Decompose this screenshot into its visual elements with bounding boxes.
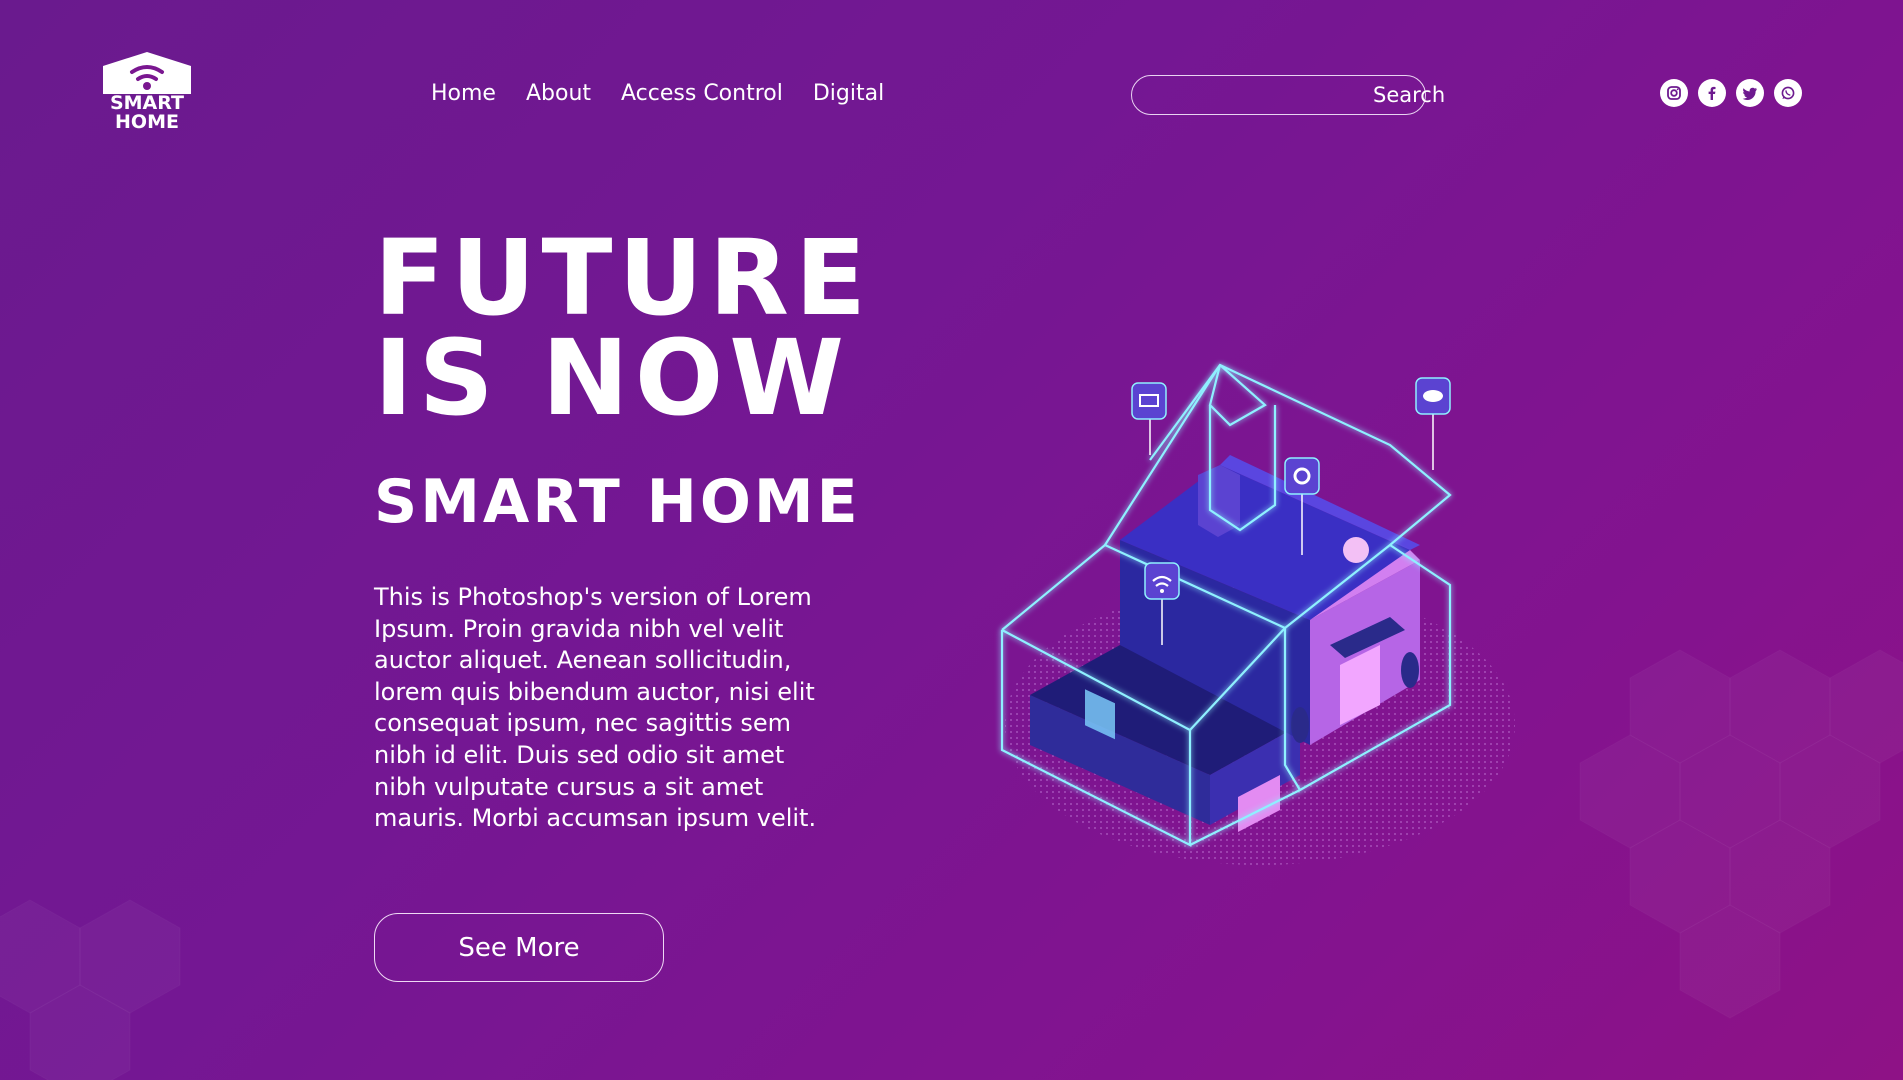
headline-line-2: IS NOW xyxy=(374,317,850,439)
social-links xyxy=(1660,79,1802,107)
instagram-icon[interactable] xyxy=(1660,79,1688,107)
house-wifi-icon xyxy=(103,52,191,94)
hero-headline: FUTURE IS NOW xyxy=(374,217,873,439)
search-button[interactable]: Search xyxy=(1373,83,1445,107)
main-nav: Home About Access Control Digital xyxy=(431,78,884,110)
search-box: Search xyxy=(1131,75,1445,115)
headline-line-1: FUTURE xyxy=(374,217,873,339)
smart-home-logo[interactable]: SMART HOME xyxy=(99,52,195,136)
facebook-icon[interactable] xyxy=(1698,79,1726,107)
nav-about[interactable]: About xyxy=(526,78,591,110)
whatsapp-icon[interactable] xyxy=(1774,79,1802,107)
hero-subtitle: SMART HOME xyxy=(374,467,861,537)
hero-description: This is Photoshop's version of Lorem Ips… xyxy=(374,583,817,833)
cloud-pin-icon xyxy=(1415,377,1451,470)
hexagon-pattern xyxy=(0,650,1903,1080)
nav-access-control[interactable]: Access Control xyxy=(621,78,783,110)
nav-digital[interactable]: Digital xyxy=(813,78,884,110)
nav-home[interactable]: Home xyxy=(431,78,496,110)
logo-text: SMART HOME xyxy=(99,94,195,132)
see-more-button[interactable]: See More xyxy=(374,913,664,982)
search-input[interactable] xyxy=(1148,84,1373,106)
twitter-icon[interactable] xyxy=(1736,79,1764,107)
isometric-house-illustration xyxy=(1000,363,1515,865)
logo-line-2: HOME xyxy=(115,111,179,133)
